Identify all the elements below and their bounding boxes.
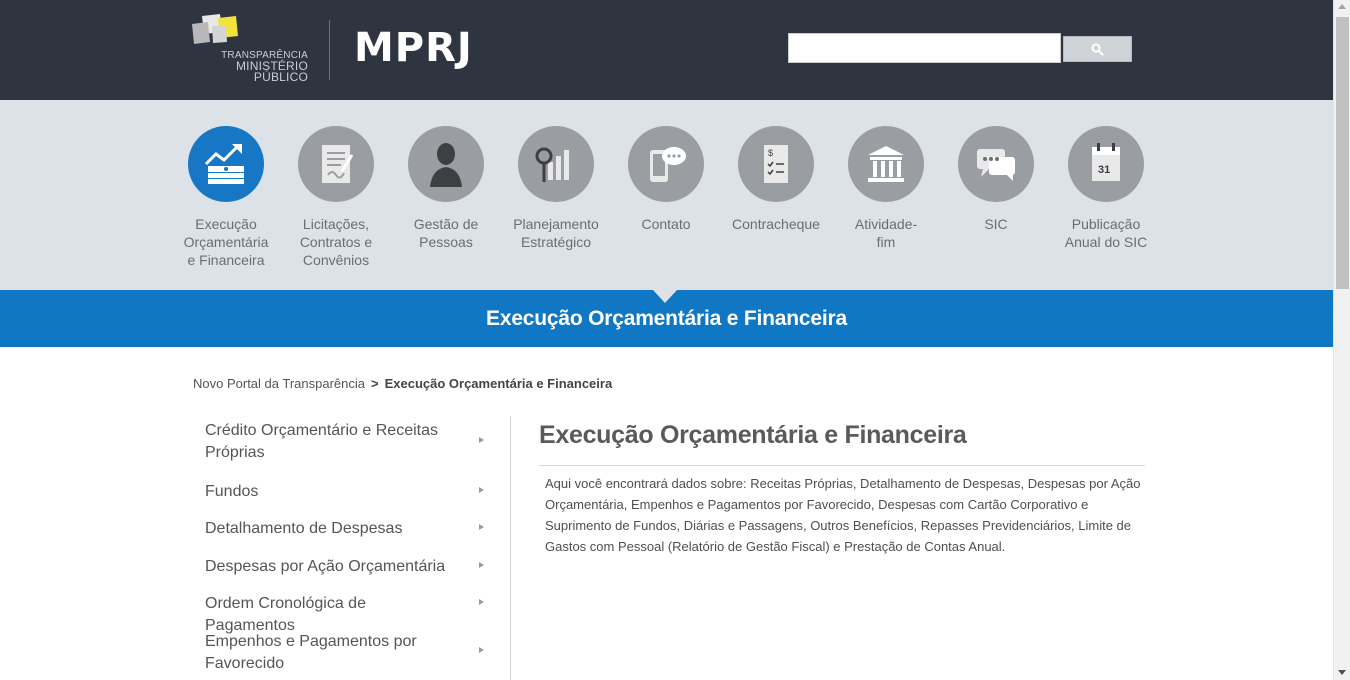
nav-label-line: Gestão de: [413, 216, 479, 232]
svg-text:31: 31: [1098, 164, 1110, 176]
nav-icon-circle: $: [738, 126, 814, 202]
nav-item-9[interactable]: 31 Publicação Anual do SIC: [1051, 126, 1161, 251]
nav-item-label: Execução Orçamentária e Financeira: [171, 215, 281, 269]
nav-item-label: Licitações, Contratos e Convênios: [281, 215, 391, 269]
chevron-right-icon: [479, 599, 484, 605]
section-title: Execução Orçamentária e Financeira: [486, 307, 847, 330]
scroll-up-icon[interactable]: [1338, 4, 1346, 9]
intro-text: Aqui você encontrará dados sobre: Receit…: [545, 476, 1141, 554]
svg-text:$: $: [768, 148, 773, 158]
nav-item-label: Contato: [611, 215, 721, 233]
chevron-right-icon: [479, 437, 484, 443]
nav-label-line: e Financeira: [187, 252, 265, 268]
nav-item-5[interactable]: Contato: [611, 126, 721, 233]
nav-item-label: Contracheque: [721, 215, 831, 233]
breadcrumb: Novo Portal da Transparência > Execução Or…: [193, 376, 612, 392]
logo-divider: [329, 20, 330, 80]
search-icon: [1091, 42, 1104, 56]
nav-label-line: Anual do SIC: [1064, 234, 1148, 250]
nav-icon-circle: [958, 126, 1034, 202]
search-button[interactable]: [1063, 36, 1132, 62]
sidebar-item-label: Empenhos e Pagamentos por Favorecido: [205, 633, 417, 672]
nav-item-1[interactable]: Execução Orçamentária e Financeira: [171, 126, 281, 269]
nav-item-label: Planejamento Estratégico: [501, 215, 611, 251]
person-icon: [426, 139, 466, 189]
sidebar-item-despesas-acao[interactable]: Despesas por Ação Orçamentária: [205, 556, 490, 578]
scroll-down-icon[interactable]: [1338, 670, 1346, 675]
courthouse-icon: [864, 142, 908, 186]
nav-icon-circle: [408, 126, 484, 202]
paycheck-icon: $: [758, 142, 794, 186]
sidebar-divider: [510, 416, 511, 680]
nav-label-line: Contracheque: [732, 216, 820, 232]
contract-document-icon: [316, 141, 356, 187]
nav-item-label: Atividade-fim: [831, 215, 941, 251]
nav-label-line: fim: [876, 234, 896, 250]
nav-item-label: SIC: [941, 215, 1051, 233]
nav-item-label: Publicação Anual do SIC: [1051, 215, 1161, 251]
nav-item-6[interactable]: $ Contracheque: [721, 126, 831, 233]
nav-item-3[interactable]: Gestão de Pessoas: [391, 126, 501, 251]
nav-label-line: Contratos e: [299, 234, 373, 250]
nav-label-line: Licitações,: [302, 216, 370, 232]
chevron-right-icon: [479, 562, 484, 568]
sidebar-item-credito[interactable]: Crédito Orçamentário e Receitas Próprias: [205, 420, 490, 464]
sidebar-item-empenhos[interactable]: Empenhos e Pagamentos por Favorecido: [205, 631, 490, 675]
sidebar-item-detalhamento[interactable]: Detalhamento de Despesas: [205, 518, 490, 540]
nav-label-line: Atividade-: [854, 216, 918, 232]
vertical-scrollbar[interactable]: [1333, 0, 1350, 680]
nav-item-label: Gestão de Pessoas: [391, 215, 501, 251]
chevron-right-icon: [479, 487, 484, 493]
nav-icon-circle: 31: [1068, 126, 1144, 202]
nav-label-line: Contato: [641, 216, 691, 232]
nav-icon-circle: [628, 126, 704, 202]
sidebar-item-label: Crédito Orçamentário e Receitas Próprias: [205, 422, 438, 461]
category-nav: Execução Orçamentária e Financeira Licitaçõ…: [0, 100, 1333, 290]
breadcrumb-separator: >: [370, 376, 379, 391]
search-input[interactable]: [788, 33, 1061, 63]
sidebar-item-label: Detalhamento de Despesas: [205, 520, 403, 537]
money-growth-icon: [202, 142, 250, 186]
chart-magnifier-icon: [534, 142, 578, 186]
nav-label-line: Pessoas: [419, 234, 473, 250]
nav-icon-circle: [298, 126, 374, 202]
nav-label-line: Planejamento: [513, 216, 599, 232]
transparencia-logo[interactable]: TRANSPARÊNCIA MINISTÉRIO PÚBLICO: [188, 12, 308, 83]
sidebar-item-fundos[interactable]: Fundos: [205, 481, 490, 503]
nav-icon-circle: [188, 126, 264, 202]
page: TRANSPARÊNCIA MINISTÉRIO PÚBLICO MPRJ Ex…: [0, 0, 1333, 680]
nav-label-line: SIC: [984, 216, 1008, 232]
chevron-right-icon: [479, 647, 484, 653]
nav-item-8[interactable]: SIC: [941, 126, 1051, 233]
chevron-right-icon: [479, 524, 484, 530]
nav-label-line: Convênios: [302, 252, 370, 268]
chat-bubbles-icon: [973, 143, 1019, 185]
nav-icon-circle: [848, 126, 924, 202]
nav-item-2[interactable]: Licitações, Contratos e Convênios: [281, 126, 391, 269]
nav-item-7[interactable]: Atividade-fim: [831, 126, 941, 251]
sidebar-item-label: Fundos: [205, 483, 259, 500]
scroll-thumb[interactable]: [1336, 17, 1349, 289]
logo-text: TRANSPARÊNCIA MINISTÉRIO PÚBLICO: [188, 50, 308, 83]
nav-label-line: Estratégico: [520, 234, 592, 250]
title-divider: [539, 465, 1145, 466]
sidebar-item-label: Despesas por Ação Orçamentária: [205, 558, 446, 575]
breadcrumb-current: Execução Orçamentária e Financeira: [384, 376, 613, 391]
nav-item-4[interactable]: Planejamento Estratégico: [501, 126, 611, 251]
nav-label-line: Publicação: [1071, 216, 1141, 232]
mprj-logo[interactable]: MPRJ: [354, 24, 473, 72]
breadcrumb-home-link[interactable]: Novo Portal da Transparência: [193, 376, 365, 391]
logo-line-2: MINISTÉRIO PÚBLICO: [235, 59, 308, 84]
nav-label-line: Execução: [195, 216, 257, 232]
phone-chat-icon: [644, 142, 688, 186]
calendar-icon: 31: [1086, 141, 1126, 187]
band-notch: [653, 290, 677, 303]
nav-label-line: Orçamentária: [183, 234, 269, 250]
nav-icon-circle: [518, 126, 594, 202]
cubes-logo-icon: [192, 14, 238, 44]
site-header: TRANSPARÊNCIA MINISTÉRIO PÚBLICO MPRJ: [0, 0, 1333, 100]
page-title: Execução Orçamentária e Financeira: [539, 421, 967, 449]
